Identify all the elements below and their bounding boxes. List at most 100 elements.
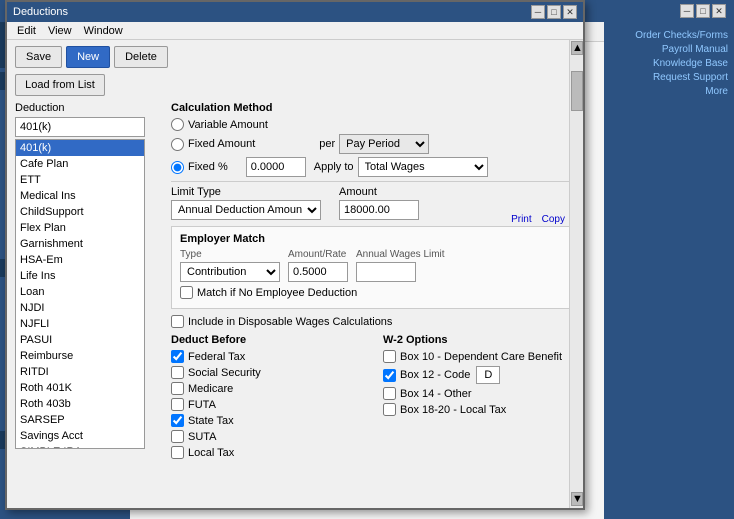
list-item-simple-ira[interactable]: SIMPLE IRA [16,444,144,449]
w2-box18-20: Box 18-20 - Local Tax [383,403,575,416]
radio-fixed-amount-label: Fixed Amount [188,138,255,150]
em-amount-input[interactable] [288,262,348,282]
list-item-roth-403b[interactable]: Roth 403b [16,396,144,412]
load-from-list-button[interactable]: Load from List [15,74,105,96]
link-request-support[interactable]: Request Support [610,72,728,83]
maximize-button[interactable]: □ [696,4,710,18]
radio-fixed-amount-input[interactable] [171,138,184,151]
em-type-select[interactable]: Contribution Percentage Fixed [180,262,280,282]
dialog-title-controls: ─ □ ✕ [531,5,577,19]
calculation-method-section: Calculation Method Variable Amount Fixed… [171,102,575,177]
list-item-garnishment[interactable]: Garnishment [16,236,144,252]
em-type-label: Type [180,249,280,260]
dialog-menu-bar: Edit View Window [7,22,583,40]
save-button[interactable]: Save [15,46,62,68]
futa-checkbox[interactable] [171,398,184,411]
list-item-cafe-plan[interactable]: Cafe Plan [16,156,144,172]
dialog-scrollbar[interactable]: ▲ ▼ [569,40,583,508]
list-item-ritdi[interactable]: RITDI [16,364,144,380]
fixed-pct-input[interactable] [246,157,306,177]
scroll-up-button[interactable]: ▲ [571,41,583,55]
link-knowledge-base[interactable]: Knowledge Base [610,58,728,69]
list-item-loan[interactable]: Loan [16,284,144,300]
new-button[interactable]: New [66,46,110,68]
w2-box14-label: Box 14 - Other [400,388,472,400]
list-item-reimburse[interactable]: Reimburse [16,348,144,364]
apply-to-select[interactable]: Total Wages Gross Wages Net Wages [358,157,488,177]
deduct-before-suta: SUTA [171,430,363,443]
w2-box14-checkbox[interactable] [383,387,396,400]
local-tax-checkbox[interactable] [171,446,184,459]
w2-box18-20-checkbox[interactable] [383,403,396,416]
list-item-njfli[interactable]: NJFLI [16,316,144,332]
em-annual-wages-label: Annual Wages Limit [356,249,445,260]
w2-box12-code-input[interactable] [476,366,500,384]
state-tax-checkbox[interactable] [171,414,184,427]
list-item-roth-401k[interactable]: Roth 401K [16,380,144,396]
scroll-down-button[interactable]: ▼ [571,492,583,506]
w2-box10-label: Box 10 - Dependent Care Benefit [400,351,562,363]
list-item-ett[interactable]: ETT [16,172,144,188]
em-type-col: Type Contribution Percentage Fixed [180,249,280,282]
right-column: Calculation Method Variable Amount Fixed… [171,102,575,462]
dialog-title-text: Deductions [13,6,68,18]
list-item-child-support[interactable]: ChildSupport [16,204,144,220]
list-item-life-ins[interactable]: Life Ins [16,268,144,284]
w2-box18-20-label: Box 18-20 - Local Tax [400,404,506,416]
em-annual-wages-input[interactable] [356,262,416,282]
social-security-checkbox[interactable] [171,366,184,379]
dialog-menu-window[interactable]: Window [78,22,129,39]
dialog-minimize[interactable]: ─ [531,5,545,19]
per-label: per [319,138,335,150]
medicare-checkbox[interactable] [171,382,184,395]
radio-fixed-pct-row: Fixed % Apply to Total Wages Gross Wages… [171,157,575,177]
amount-input[interactable] [339,200,419,220]
dialog-menu-view[interactable]: View [42,22,78,39]
em-annual-wages-col: Annual Wages Limit [356,249,445,282]
deduction-name-input[interactable] [15,117,145,137]
print-link[interactable]: Print [511,214,532,225]
dialog-menu-edit[interactable]: Edit [11,22,42,39]
w2-box12-checkbox[interactable] [383,369,396,382]
list-item-401k[interactable]: 401(k) [16,140,144,156]
list-item-savings-acct[interactable]: Savings Acct [16,428,144,444]
medicare-label: Medicare [188,383,233,395]
link-order-checks[interactable]: Order Checks/Forms [610,30,728,41]
deduct-before-state: State Tax [171,414,363,427]
w2-box12-label: Box 12 - Code [400,369,470,381]
radio-fixed-pct-input[interactable] [171,161,184,174]
federal-tax-checkbox[interactable] [171,350,184,363]
include-disposable-row: Include in Disposable Wages Calculations [171,315,575,328]
match-if-no-employee-checkbox[interactable] [180,286,193,299]
radio-fixed-pct-label: Fixed % [188,161,228,173]
copy-link[interactable]: Copy [542,214,565,225]
suta-checkbox[interactable] [171,430,184,443]
two-column-layout: Deduction 401(k) Cafe Plan ETT Medical I… [15,102,575,462]
minimize-button[interactable]: ─ [680,4,694,18]
per-period-select[interactable]: Pay Period Monthly Annual [339,134,429,154]
w2-options-title: W-2 Options [383,334,575,346]
scroll-thumb[interactable] [571,71,583,111]
list-item-flex-plan[interactable]: Flex Plan [16,220,144,236]
deduction-list[interactable]: 401(k) Cafe Plan ETT Medical Ins ChildSu… [15,139,145,449]
dialog-maximize[interactable]: □ [547,5,561,19]
list-item-njdi[interactable]: NJDI [16,300,144,316]
suta-label: SUTA [188,431,217,443]
link-more[interactable]: More [610,86,728,97]
list-item-sarsep[interactable]: SARSEP [16,412,144,428]
list-item-pasui[interactable]: PASUI [16,332,144,348]
close-button[interactable]: ✕ [712,4,726,18]
delete-button[interactable]: Delete [114,46,168,68]
dialog-toolbar: Save New Delete [15,46,575,68]
limit-type-select[interactable]: Annual Deduction Amount Monthly Deductio… [171,200,321,220]
include-disposable-checkbox[interactable] [171,315,184,328]
list-item-hsa-em[interactable]: HSA-Em [16,252,144,268]
list-item-medical-ins[interactable]: Medical Ins [16,188,144,204]
em-amount-label: Amount/Rate [288,249,348,260]
w2-box10-checkbox[interactable] [383,350,396,363]
employer-match-section: Employer Match Type Contribution Percent… [171,226,575,309]
dialog-close[interactable]: ✕ [563,5,577,19]
radio-variable-input[interactable] [171,118,184,131]
link-payroll-manual[interactable]: Payroll Manual [610,44,728,55]
calc-method-title: Calculation Method [171,102,575,114]
